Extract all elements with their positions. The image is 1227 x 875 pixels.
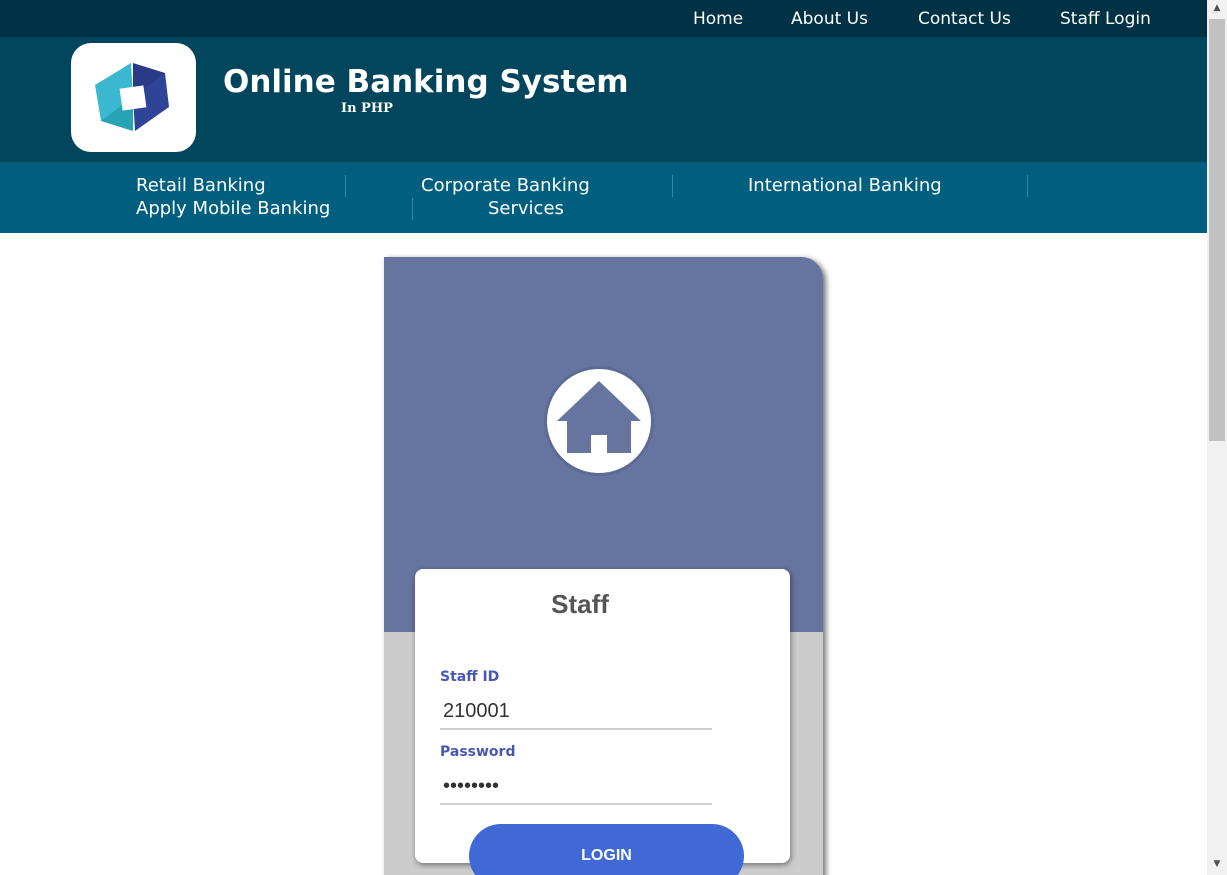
scroll-thumb[interactable] <box>1209 19 1225 441</box>
nav-apply-mobile-banking[interactable]: Apply Mobile Banking <box>136 198 330 219</box>
nav-corporate-banking[interactable]: Corporate Banking <box>421 175 590 196</box>
nav-services[interactable]: Services <box>488 198 564 219</box>
nav-contact-link[interactable]: Contact Us <box>918 9 1011 29</box>
nav-about-link[interactable]: About Us <box>791 9 868 29</box>
form-title: Staff <box>551 589 609 619</box>
nav-divider <box>345 175 346 197</box>
password-input[interactable] <box>440 769 712 805</box>
nav-divider <box>672 175 673 197</box>
nav-staff-login-link[interactable]: Staff Login <box>1060 9 1151 29</box>
services-nav: Retail Banking Corporate Banking Interna… <box>0 162 1207 233</box>
nav-retail-banking[interactable]: Retail Banking <box>136 175 266 196</box>
login-button-label: LOGIN <box>581 847 632 864</box>
scroll-down-arrow-icon[interactable]: ▼ <box>1207 856 1227 873</box>
page-scrollbar[interactable]: ▲ ▼ <box>1207 0 1227 875</box>
password-label: Password <box>440 744 516 760</box>
login-form: Staff Staff ID Password <box>415 569 790 863</box>
nav-divider <box>1027 175 1028 197</box>
site-subtitle: In PHP <box>341 101 393 116</box>
staff-id-input[interactable] <box>440 694 712 730</box>
nav-home-link[interactable]: Home <box>693 9 743 29</box>
bank-logo-icon[interactable] <box>71 43 196 152</box>
nav-divider <box>412 198 413 220</box>
scroll-up-arrow-icon[interactable]: ▲ <box>1207 0 1227 17</box>
top-nav-bar: Home About Us Contact Us Staff Login <box>0 0 1207 37</box>
home-icon <box>544 366 654 476</box>
nav-international-banking[interactable]: International Banking <box>748 175 942 196</box>
staff-id-label: Staff ID <box>440 669 500 685</box>
site-header: Online Banking System In PHP <box>0 37 1207 162</box>
site-title: Online Banking System <box>223 64 629 100</box>
login-button[interactable]: LOGIN <box>469 824 744 875</box>
